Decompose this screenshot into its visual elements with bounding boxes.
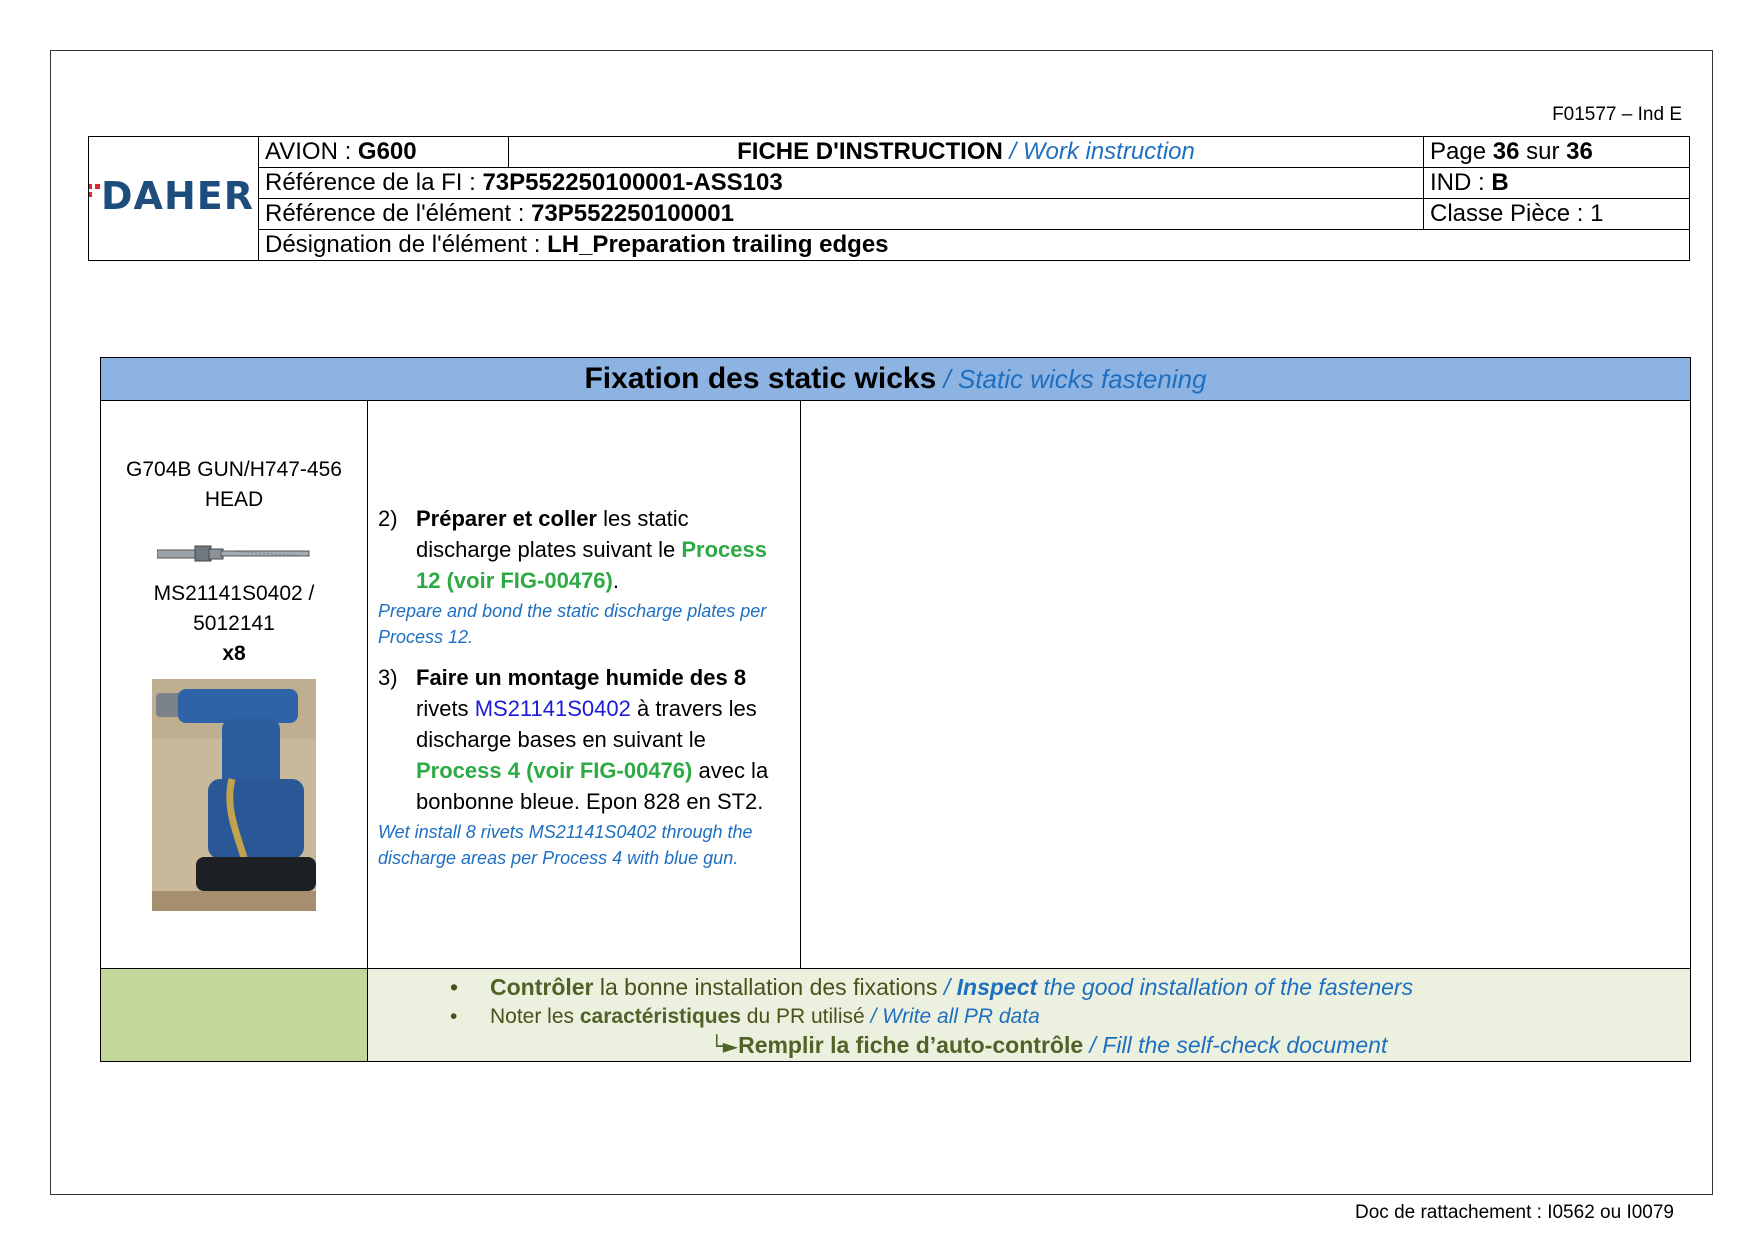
logo-dots-icon bbox=[89, 183, 102, 198]
page-number-cell: Page 36 sur 36 bbox=[1423, 136, 1690, 168]
form-code: F01577 – Ind E bbox=[1552, 104, 1682, 125]
instruction-table: Fixation des static wicks / Static wicks… bbox=[99, 357, 1692, 1062]
header-table: DAHER AVION : G600 FICHE D'INSTRUCTION /… bbox=[88, 136, 1690, 261]
check-pr-data: Noter les caractéristiques du PR utilisé… bbox=[450, 1002, 1690, 1031]
tool-reference: G704B GUN/H747-456 HEAD bbox=[126, 458, 342, 511]
ind-cell: IND : B bbox=[1423, 167, 1690, 199]
rivet-part-link[interactable]: MS21141S0402 bbox=[475, 696, 631, 721]
ref-element-cell: Référence de l'élément : 73P552250100001 bbox=[258, 198, 1424, 230]
footer-reference: Doc de rattachement : I0562 ou I0079 bbox=[1355, 1202, 1674, 1223]
classe-piece-cell: Classe Pièce : 1 bbox=[1423, 198, 1690, 230]
logo-cell: DAHER bbox=[88, 136, 259, 261]
check-inspect: Contrôler la bonne installation des fixa… bbox=[450, 973, 1690, 1002]
step-3-english: Wet install 8 rivets MS21141S0402 throug… bbox=[378, 822, 753, 868]
arrow-icon: └► bbox=[710, 1034, 739, 1058]
avion-cell: AVION : G600 bbox=[258, 136, 509, 168]
doc-title-cell: FICHE D'INSTRUCTION / Work instruction bbox=[508, 136, 1424, 168]
daher-logo: DAHER bbox=[89, 177, 254, 215]
steps-cell: 2) Préparer et coller les static dischar… bbox=[367, 400, 801, 969]
step-3: 3) Faire un montage humide des 8 rivets … bbox=[378, 665, 769, 814]
check-label-cell bbox=[100, 968, 368, 1062]
ref-fi-cell: Référence de la FI : 73P552250100001-ASS… bbox=[258, 167, 1424, 199]
tools-cell: G704B GUN/H747-456 HEAD MS21141S0402 / 5… bbox=[100, 400, 368, 969]
step-2-english: Prepare and bond the static discharge pl… bbox=[378, 601, 767, 647]
rivet-icon bbox=[157, 545, 310, 562]
figure-area bbox=[799, 400, 1692, 969]
rivet-gun-photo bbox=[152, 679, 316, 911]
designation-cell: Désignation de l'élément : LH_Preparatio… bbox=[258, 229, 1690, 261]
self-check-instruction: └►Remplir la fiche d’auto-contrôle / Fil… bbox=[710, 1032, 1388, 1058]
section-title: Fixation des static wicks / Static wicks… bbox=[99, 357, 1692, 401]
step-2: 2) Préparer et coller les static dischar… bbox=[378, 506, 767, 593]
checks-cell: Contrôler la bonne installation des fixa… bbox=[366, 968, 1692, 1062]
part-reference: MS21141S0402 / 5012141 x8 bbox=[153, 582, 315, 665]
